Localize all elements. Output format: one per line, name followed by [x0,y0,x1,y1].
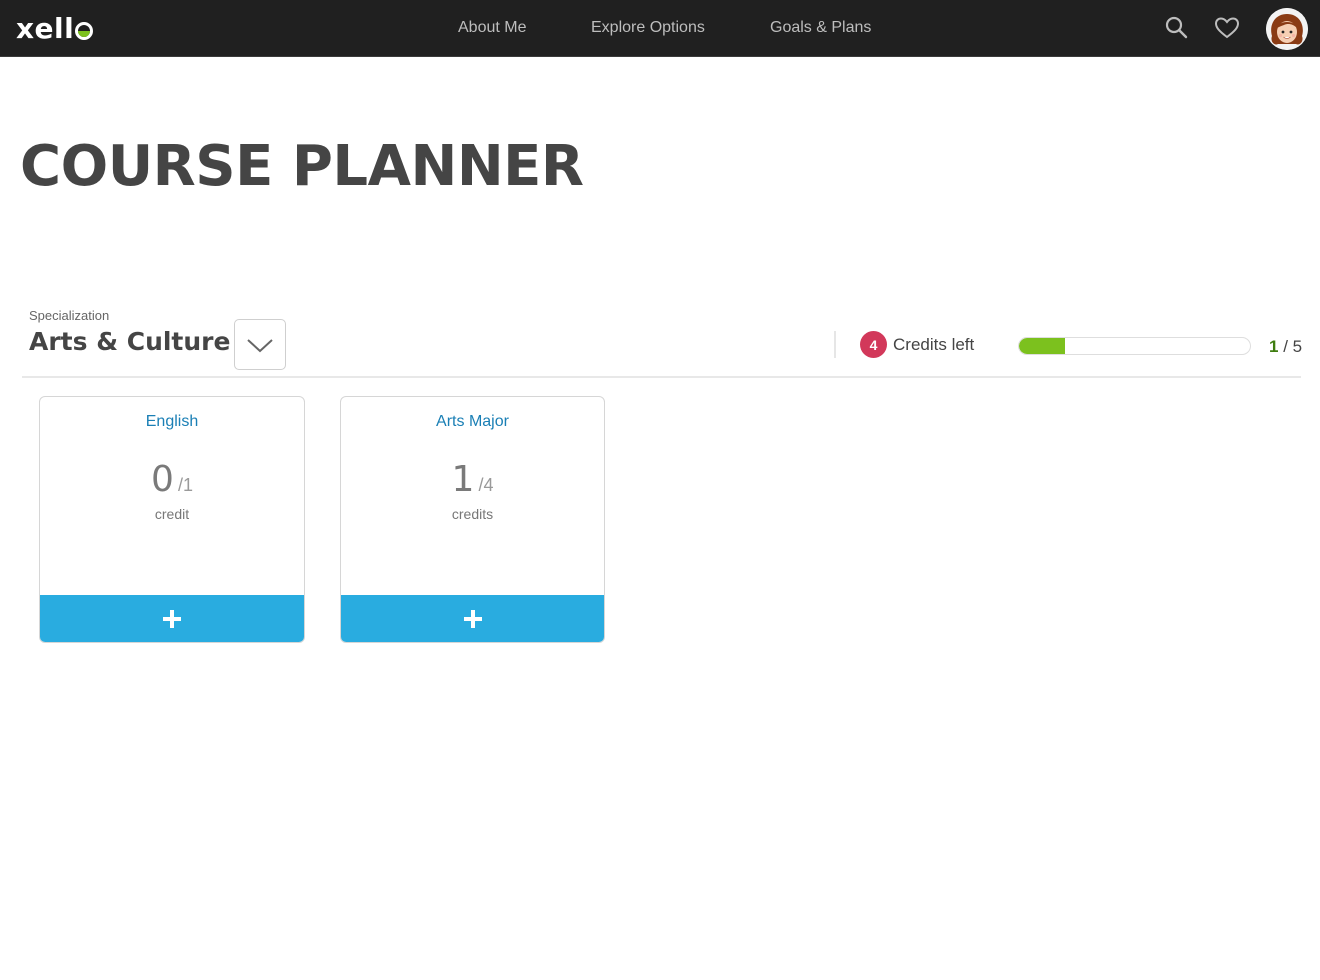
nav-about-me[interactable]: About Me [458,19,526,37]
credits-earned: 1 [451,459,475,500]
course-card-title[interactable]: Arts Major [341,413,604,431]
user-avatar[interactable] [1266,8,1308,50]
credits-total: / 5 [1283,337,1303,356]
credits-left-label: Credits left [893,335,975,354]
xello-logo[interactable]: xell [16,12,94,45]
credits-left-badge: 4 [860,331,887,358]
credits-earned: 0 [151,459,174,500]
specialization-dropdown-button[interactable] [234,319,286,370]
credits-progress-fill [1019,338,1066,354]
section-divider [22,376,1301,378]
credits-progress-count: 1 / 5 [1269,337,1302,357]
add-course-button[interactable] [40,595,304,642]
course-card-credit-count: 1/4 [341,459,604,500]
credits-current: 1 [1269,337,1279,356]
logo-o-icon [75,21,94,40]
nav-goals-plans[interactable]: Goals & Plans [770,19,871,37]
specialization-value: Arts & Culture [29,327,231,356]
credits-required: /4 [478,475,494,495]
credits-progress-bar [1018,337,1251,355]
heart-icon[interactable] [1213,14,1241,42]
course-card-english: English 0/1 credit [39,396,305,643]
search-icon[interactable] [1163,14,1191,42]
page-title: COURSE PLANNER [20,134,584,199]
nav-explore-options[interactable]: Explore Options [591,19,705,37]
course-card-credit-count: 0/1 [40,459,304,500]
course-card-arts-major: Arts Major 1/4 credits [340,396,605,643]
logo-text: xell [16,12,75,45]
specialization-label: Specialization [29,308,110,323]
credit-unit-label: credits [451,506,494,522]
plus-icon [463,609,482,628]
chevron-down-icon [247,338,273,352]
credit-unit-label: credit [154,506,190,522]
top-navigation-bar: xell About Me Explore Options Goals & Pl… [0,0,1320,57]
plus-icon [163,609,181,628]
vertical-divider [834,331,836,358]
course-card-title[interactable]: English [40,413,304,431]
credits-required: /1 [177,475,193,495]
add-course-button[interactable] [341,595,604,642]
